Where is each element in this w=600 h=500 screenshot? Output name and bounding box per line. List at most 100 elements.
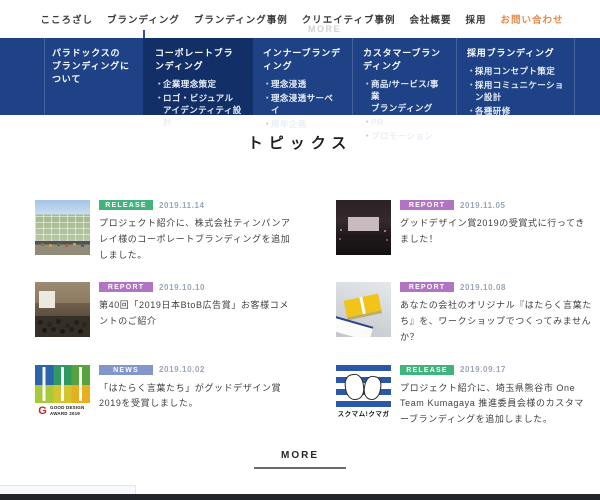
news-text: プロジェクト紹介に、株式会社ティンパンアレイ様のコーポレートブランディングを追加… [99, 216, 291, 263]
news-body: REPORT 2019.10.08 あなたの会社のオリジナル『はたらく言葉たち』… [400, 282, 592, 345]
category-badge: RELEASE [99, 200, 153, 210]
news-item[interactable]: G GOOD DESIGN AWARD 2019 スクマム!クマガヤ REPOR… [336, 200, 592, 263]
megamenu-column-title[interactable]: カスタマーブランディング [363, 47, 446, 73]
megamenu-item-label: 理念浸透サーベイ [271, 93, 342, 117]
megamenu-item[interactable]: ・ 商品/サービス/事業 ブランディング [363, 79, 446, 115]
g-mark-icon: G [37, 406, 48, 417]
nav-item-label: お問い合わせ [500, 12, 563, 26]
bullet-icon: ・ [467, 80, 475, 104]
news-grid: G GOOD DESIGN AWARD 2019 スクマム!クマガヤ RELEA… [35, 200, 592, 428]
news-text: グッドデザイン賞2019の受賞式に行ってきました！ [400, 216, 592, 248]
news-text: プロジェクト紹介に、埼玉県熊谷市 One Team Kumagaya 推進委員会… [400, 381, 592, 428]
megamenu-item-label: 理念浸透 [271, 79, 307, 91]
megamenu-item-list: ・ 商品/サービス/事業 ブランディング ・ PR ・ プロモーション [363, 79, 446, 142]
bullet-icon: ・ [363, 131, 371, 143]
megamenu-column-title[interactable]: インナーブランディング [263, 47, 342, 73]
news-body: REPORT 2019.10.10 第40回「2019日本BtoB広告賞」お客様… [99, 282, 291, 330]
megamenu-item-list: ・ 採用コンセプト策定 ・ 採用コミュニケーション設計 ・ 各種研修 [467, 66, 564, 118]
megamenu-item-label: ロゴ・ビジュアル アイデンティティ設計 [163, 93, 243, 129]
megamenu-item[interactable]: ・ 企業理念策定 [155, 79, 243, 91]
megamenu-item-list: ・ 企業理念策定 ・ ロゴ・ビジュアル アイデンティティ設計 [155, 79, 243, 129]
page-title: トピックス [0, 132, 600, 153]
news-thumbnail: G GOOD DESIGN AWARD 2019 スクマム!クマガヤ [35, 365, 90, 420]
category-badge: RELEASE [400, 365, 454, 375]
news-text: 「はたらく言葉たち」がグッドデザイン賞2019を受賞しました。 [99, 381, 291, 413]
megamenu-item[interactable]: ・ PR [363, 117, 446, 129]
bullet-icon: ・ [263, 93, 271, 117]
news-thumbnail: G GOOD DESIGN AWARD 2019 スクマム!クマガヤ [336, 200, 391, 255]
megamenu-item[interactable]: ・ 理念浸透 [263, 79, 342, 91]
active-nav-indicator [143, 30, 145, 38]
bullet-icon: ・ [467, 106, 475, 118]
bullet-icon: ・ [155, 93, 163, 129]
megamenu-item[interactable]: ・ 採用コンセプト策定 [467, 66, 564, 78]
news-thumbnail: G GOOD DESIGN AWARD 2019 スクマム!クマガヤ [336, 365, 391, 420]
bullet-icon: ・ [263, 79, 271, 91]
news-meta: RELEASE 2019.09.17 [400, 365, 592, 375]
megamenu-item-label: PR [371, 117, 384, 129]
news-date: 2019.10.10 [159, 283, 205, 292]
megamenu-spacer [0, 38, 45, 115]
good-design-award-label: GOOD DESIGN AWARD 2019 [50, 405, 84, 417]
megamenu-column: カスタマーブランディング ・ 商品/サービス/事業 ブランディング ・ PR ・… [353, 38, 457, 115]
news-meta: NEWS 2019.10.02 [99, 365, 291, 375]
megamenu-column-title[interactable]: パラドックスの ブランディングについて [52, 47, 133, 86]
news-item[interactable]: G GOOD DESIGN AWARD 2019 スクマム!クマガヤ RELEA… [336, 365, 592, 428]
news-item[interactable]: G GOOD DESIGN AWARD 2019 スクマム!クマガヤ RELEA… [35, 200, 291, 263]
nav-item-label: こころざし [41, 12, 94, 26]
category-badge: NEWS [99, 365, 153, 375]
nav-item-label: 採用 [465, 12, 486, 26]
bullet-icon: ・ [263, 119, 271, 131]
nav-item-1[interactable]: こころざし [41, 0, 94, 38]
nav-item-3[interactable]: ブランディング事例 [194, 0, 288, 38]
news-text: あなたの会社のオリジナル『はたらく言葉たち』を、ワークショップでつくってみません… [400, 298, 592, 345]
nav-item-6[interactable]: 採用 [465, 0, 486, 38]
bullet-icon: ・ [363, 79, 371, 115]
news-body: RELEASE 2019.11.14 プロジェクト紹介に、株式会社ティンパンアレ… [99, 200, 291, 263]
news-text: 第40回「2019日本BtoB広告賞」お客様コメントのご紹介 [99, 298, 291, 330]
bottom-left-panel [0, 485, 136, 494]
megamenu-column: コーポレートブランディング ・ 企業理念策定 ・ ロゴ・ビジュアル アイデンティ… [143, 38, 253, 115]
news-item[interactable]: G GOOD DESIGN AWARD 2019 スクマム!クマガヤ REPOR… [35, 282, 291, 345]
megamenu-item[interactable]: ・ 理念浸透サーベイ [263, 93, 342, 117]
megamenu-item-label: 周年企画 [271, 119, 307, 131]
news-date: 2019.11.14 [159, 201, 205, 210]
news-item[interactable]: G GOOD DESIGN AWARD 2019 スクマム!クマガヤ NEWS … [35, 365, 291, 428]
megamenu-item-list: ・ 理念浸透 ・ 理念浸透サーベイ ・ 周年企画 [263, 79, 342, 131]
megamenu-item-label: 採用コンセプト策定 [475, 66, 555, 78]
news-body: RELEASE 2019.09.17 プロジェクト紹介に、埼玉県熊谷市 One … [400, 365, 592, 428]
megamenu-item[interactable]: ・ ロゴ・ビジュアル アイデンティティ設計 [155, 93, 243, 129]
nav-item-2[interactable]: ブランディング [107, 0, 180, 38]
nav-item-7[interactable]: お問い合わせ [500, 0, 563, 38]
nav-item-label: ブランディング事例 [194, 12, 288, 26]
megamenu-column-title[interactable]: 採用ブランディング [467, 47, 564, 60]
megamenu-item[interactable]: ・ 採用コミュニケーション設計 [467, 80, 564, 104]
news-meta: REPORT 2019.10.08 [400, 282, 592, 292]
top-nav-bar: こころざし ブランディング ブランディング事例 クリエイティブ事例 会社概要 採… [0, 0, 600, 38]
news-thumbnail: G GOOD DESIGN AWARD 2019 スクマム!クマガヤ [336, 282, 391, 337]
megamenu-item-label: プロモーション [371, 131, 433, 143]
news-body: NEWS 2019.10.02 「はたらく言葉たち」がグッドデザイン賞2019を… [99, 365, 291, 413]
nav-item-5[interactable]: 会社概要 [409, 0, 451, 38]
nav-more-ghost-label: MORE [308, 24, 341, 34]
megamenu-column-title[interactable]: コーポレートブランディング [155, 47, 243, 73]
topics-section: トピックス G GOOD DESIGN AWARD 2019 スクマム!クマガヤ… [0, 132, 600, 469]
megamenu-item-label: 採用コミュニケーション設計 [475, 80, 564, 104]
megamenu-item[interactable]: ・ 周年企画 [263, 119, 342, 131]
megamenu-column: インナーブランディング ・ 理念浸透 ・ 理念浸透サーベイ ・ 周年企画 [253, 38, 353, 115]
good-design-award-logo: G GOOD DESIGN AWARD 2019 [37, 404, 90, 419]
sukumamu-logo-label: スクマム!クマガヤ [336, 409, 391, 420]
news-meta: RELEASE 2019.11.14 [99, 200, 291, 210]
news-thumbnail: G GOOD DESIGN AWARD 2019 スクマム!クマガヤ [35, 282, 90, 337]
category-badge: REPORT [400, 200, 454, 210]
category-badge: REPORT [99, 282, 153, 292]
megamenu-item[interactable]: ・ プロモーション [363, 131, 446, 143]
news-date: 2019.09.17 [460, 365, 506, 374]
bullet-icon: ・ [363, 117, 371, 129]
category-badge: REPORT [400, 282, 454, 292]
megamenu-item[interactable]: ・ 各種研修 [467, 106, 564, 118]
news-meta: REPORT 2019.11.05 [400, 200, 592, 210]
more-button[interactable]: MORE [254, 450, 346, 469]
news-item[interactable]: G GOOD DESIGN AWARD 2019 スクマム!クマガヤ REPOR… [336, 282, 592, 345]
news-thumbnail: G GOOD DESIGN AWARD 2019 スクマム!クマガヤ [35, 200, 90, 255]
